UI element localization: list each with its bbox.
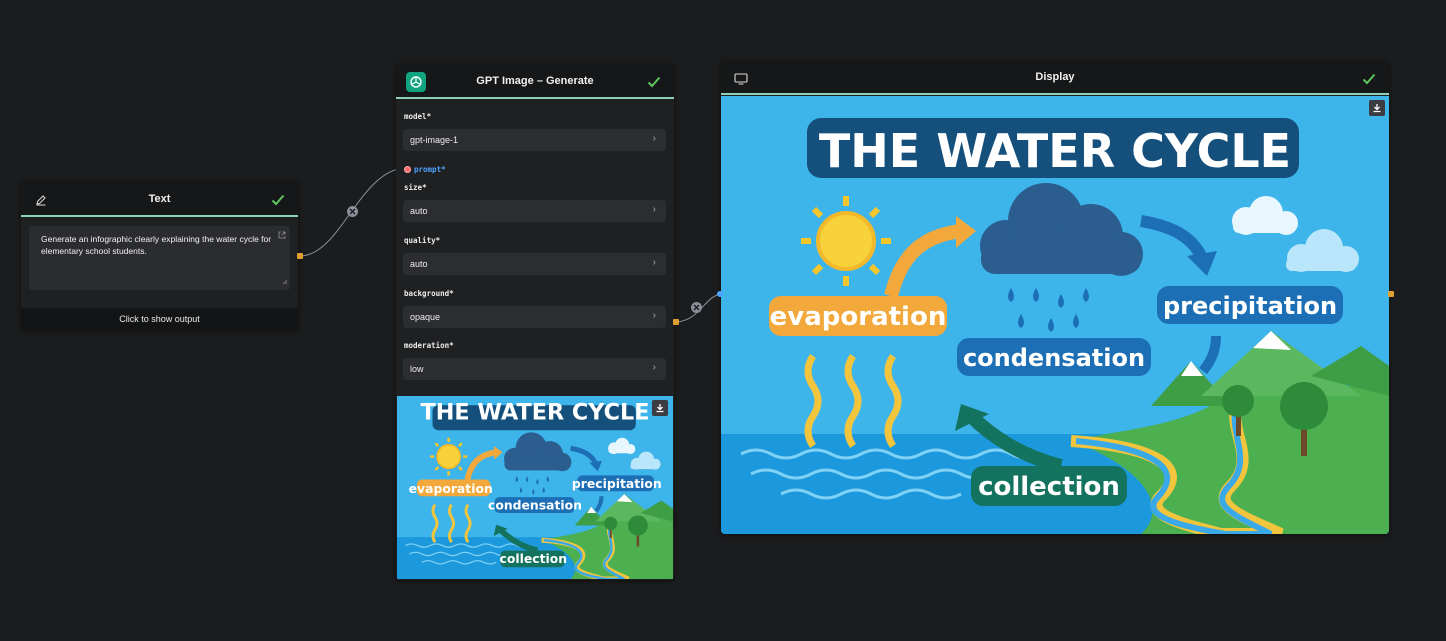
size-select[interactable]: auto › (403, 200, 666, 222)
chevron-right-icon: › (652, 204, 656, 215)
check-icon (644, 72, 664, 92)
collection-label: collection (978, 472, 1120, 502)
model-select[interactable]: gpt-image-1 › (403, 129, 666, 151)
infographic-title: THE WATER CYCLE (819, 124, 1291, 178)
thumb-precipitation-label: precipitation (572, 476, 662, 491)
prompt-input-port[interactable] (404, 166, 411, 173)
chevron-right-icon: › (652, 257, 656, 268)
prompt-label: prompt* (414, 165, 446, 174)
chevron-right-icon: › (652, 133, 656, 144)
output-port[interactable] (673, 319, 679, 325)
download-button[interactable] (1369, 100, 1385, 116)
thumb-condensation-label: condensation (488, 498, 582, 513)
node-title: Text (148, 192, 171, 205)
prompt-textarea[interactable]: Generate an infographic clearly explaini… (29, 226, 290, 290)
display-node[interactable]: Display THE WATER CYCLE evaporation cond… (721, 61, 1389, 534)
background-select[interactable]: opaque › (403, 306, 666, 328)
node-header[interactable]: Display (721, 61, 1389, 95)
wire-delete-button[interactable] (347, 206, 358, 217)
download-button[interactable] (652, 400, 668, 416)
node-header[interactable]: Text (21, 182, 298, 217)
wire-delete-button[interactable] (691, 302, 702, 313)
thumb-collection-label: collection (500, 551, 568, 566)
display-image[interactable]: THE WATER CYCLE evaporation condensation… (721, 96, 1389, 534)
monitor-icon (731, 69, 751, 89)
resize-grip-icon[interactable] (282, 276, 288, 288)
text-node[interactable]: Text Generate an infographic clearly exp… (21, 182, 298, 330)
condensation-label: condensation (963, 344, 1145, 372)
openai-icon (406, 72, 426, 92)
check-icon (1359, 69, 1379, 89)
model-label: model* (404, 112, 432, 121)
output-port[interactable] (297, 253, 303, 259)
thumb-evaporation-label: evaporation (409, 481, 493, 496)
pencil-icon (31, 190, 51, 210)
input-port[interactable] (717, 291, 723, 297)
size-label: size* (404, 183, 427, 192)
background-label: background* (404, 289, 454, 298)
precipitation-label: precipitation (1163, 292, 1337, 320)
generated-image-preview[interactable]: THE WATER CYCLE evaporation condensation… (397, 396, 673, 579)
node-title: Display (1035, 71, 1075, 83)
chevron-right-icon: › (652, 310, 656, 321)
node-title: GPT Image – Generate (476, 74, 594, 87)
evaporation-label: evaporation (770, 302, 947, 332)
quality-label: quality* (404, 236, 441, 245)
show-output-button[interactable]: Click to show output (21, 308, 298, 330)
gpt-image-node[interactable]: GPT Image – Generate model* gpt-image-1 ›… (396, 64, 674, 580)
chevron-right-icon: › (652, 362, 656, 373)
output-port[interactable] (1388, 291, 1394, 297)
moderation-label: moderation* (404, 341, 454, 350)
quality-select[interactable]: auto › (403, 253, 666, 275)
thumb-title: THE WATER CYCLE (421, 399, 650, 425)
external-link-icon[interactable] (278, 230, 286, 242)
prompt-text: Generate an infographic clearly explaini… (41, 234, 272, 256)
moderation-select[interactable]: low › (403, 358, 666, 380)
check-icon (268, 190, 288, 210)
node-header[interactable]: GPT Image – Generate (396, 64, 674, 99)
